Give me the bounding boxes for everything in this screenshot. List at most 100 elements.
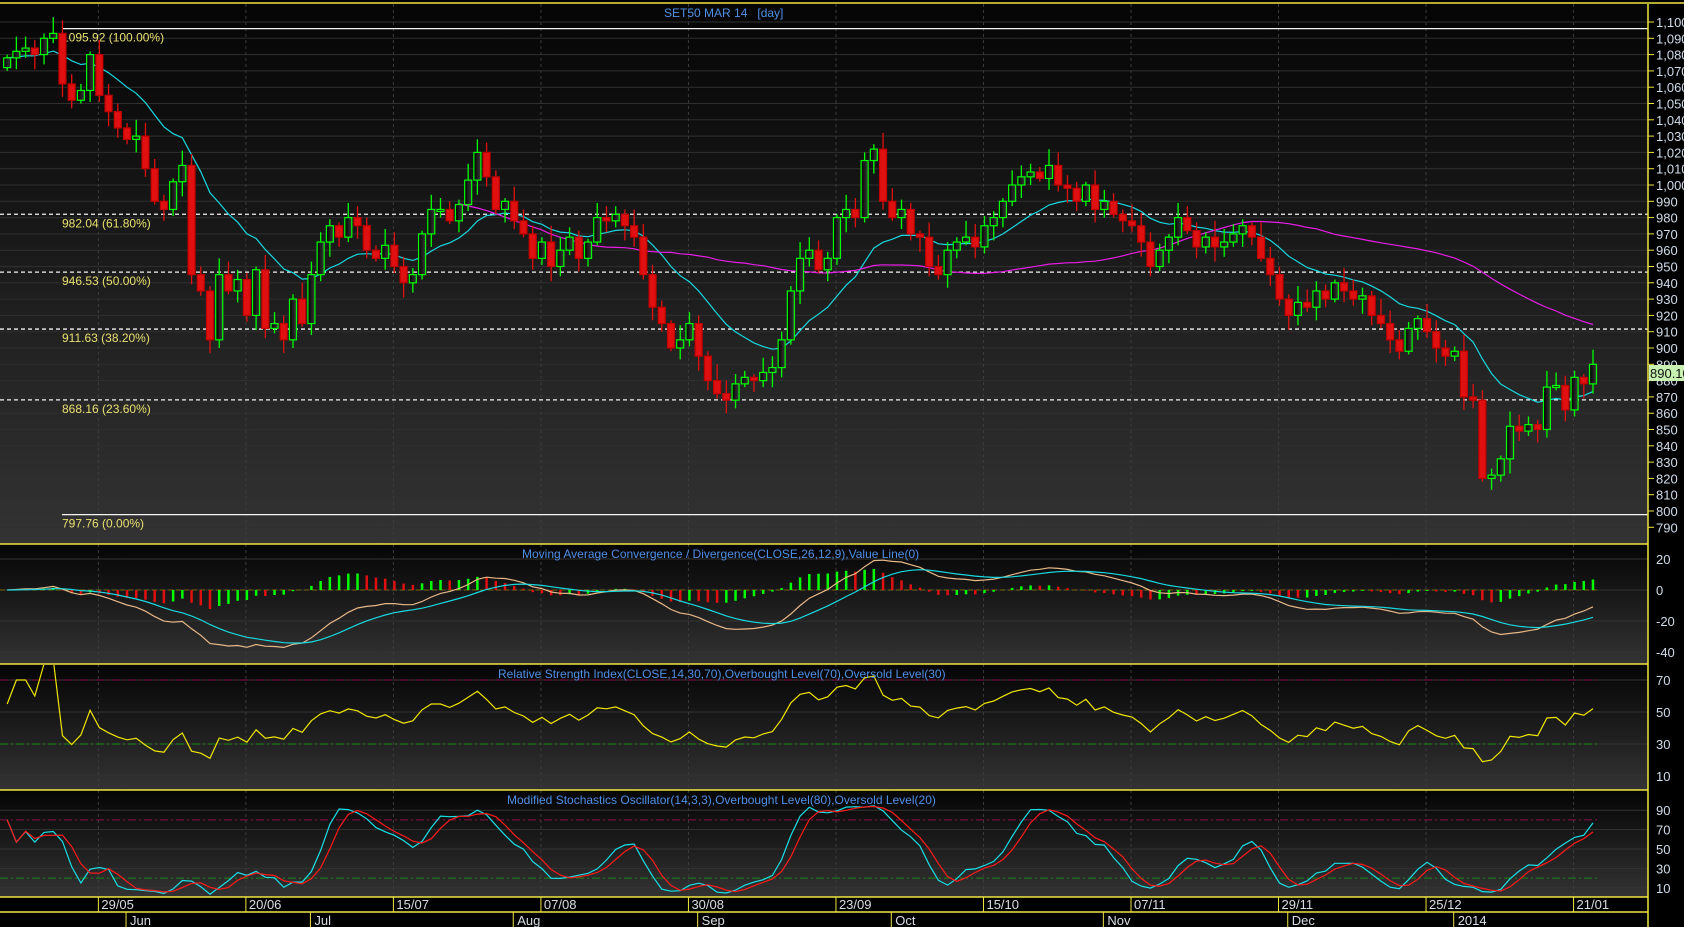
price-tick-label: 920 [1656,308,1678,323]
candle-body-up [1570,376,1579,411]
candle-body-up [989,217,998,227]
candle-body-down [1063,184,1072,189]
candle-body-up [1201,236,1210,248]
candle-body-down [1321,290,1330,300]
price-tick-label: 810 [1656,488,1678,503]
candle-body-up [676,339,685,349]
price-tick-label: 1,100 [1656,15,1684,30]
candle-body-up [1164,236,1173,251]
candle-body-up [795,257,805,292]
candle-body-down [1303,301,1312,308]
price-tick-label: 930 [1656,292,1678,307]
candle-body-up [1524,424,1533,432]
candle-body-up [759,371,768,382]
candle-body-up [786,290,795,341]
candle-body-up [1229,233,1238,243]
candle-body-up [1413,318,1422,330]
price-tick-label: 790 [1656,520,1678,535]
price-tick-label: 970 [1656,227,1678,242]
candle-body-up [1404,327,1413,352]
candle-body-down [1183,217,1192,232]
candle-body-down [1035,171,1044,180]
candle-body-down [491,176,500,211]
candle-body-up [76,89,86,101]
candle-body-up [215,274,224,341]
candle-body-down [445,208,454,222]
price-tick-label: 1,050 [1656,97,1684,112]
candle-body-down [187,164,196,276]
macd-panel[interactable] [0,545,1648,664]
date-label: 29/05 [101,897,134,912]
macd-tick-label: -40 [1656,645,1675,660]
candle-body-down [1441,347,1450,357]
candle-body-up [427,208,436,235]
date-label: 07/11 [1134,897,1166,912]
candle-body-down [712,380,722,395]
candle-body-up [869,148,878,162]
fibonacci-label: 946.53 (50.00%) [62,274,151,288]
candle-body-down [298,298,307,325]
candle-body-down [242,278,251,317]
date-label: 15/07 [396,897,429,912]
candle-body-up [777,339,786,369]
candle-body-up [132,135,141,140]
month-label: Jun [130,913,151,927]
candle-body-down [196,274,205,292]
candle-body-down [150,168,159,202]
candle-body-down [1339,282,1349,292]
rsi-panel[interactable] [0,665,1648,790]
date-label: 15/10 [986,897,1019,912]
candle-body-up [500,200,510,211]
candle-body-down [1367,295,1376,316]
macd-tick-label: -20 [1656,614,1675,629]
price-tick-label: 870 [1656,390,1678,405]
month-label: Aug [517,913,540,927]
candle-body-down [1118,213,1127,222]
candle [786,286,795,345]
candle-body-up [288,298,298,341]
stochastics-title: Modified Stochastics Oscillator(14,3,3),… [507,793,936,807]
candle-body-down [574,236,583,259]
stochastics-tick-label: 30 [1656,861,1670,876]
candle-body-down [482,151,491,178]
candle [1330,279,1339,303]
price-tick-label: 820 [1656,471,1678,486]
price-tick-label: 840 [1656,439,1678,454]
candle-body-up [1552,384,1561,389]
price-tick-label: 1,090 [1656,31,1684,46]
rsi-tick-label: 50 [1656,705,1670,720]
candle-body-down [353,217,362,227]
candle-body-up [1220,241,1229,248]
candle-body-down [1349,290,1358,300]
candle-body-up [1505,425,1515,460]
candle-body-up [685,322,694,341]
candle-body-up [1081,184,1091,202]
candle-body-down [95,53,104,96]
date-label: 07/08 [544,897,577,912]
candle-body-down [888,200,897,219]
candle-body-up [178,164,187,183]
candle [832,214,842,265]
candle-body-down [113,111,122,129]
candle-body-down [159,200,168,211]
candle-body-up [270,322,279,330]
stock-chart[interactable]: 1095.92 (100.00%) 982.04 (61.80%) 946.53 (… [0,0,1684,927]
candle-body-up [537,241,547,259]
candle-body-down [1275,274,1284,300]
candle-body-down [399,265,408,284]
candle-body-down [104,94,113,113]
price-tick-label: 1,010 [1656,162,1684,177]
candle-body-up [3,57,12,69]
candle-body-down [851,208,860,219]
price-tick-label: 940 [1656,276,1678,291]
candle-body-up [593,217,602,243]
price-tick-label: 1,040 [1656,113,1684,128]
date-label: 21/01 [1577,897,1610,912]
candle-body-up [611,213,620,222]
candle-body-up [473,151,482,181]
candle-body-down [1459,350,1469,398]
candle-body-up [565,236,574,251]
price-tick-label: 850 [1656,423,1678,438]
candle-body-up [1487,474,1496,480]
candle [1478,390,1487,482]
